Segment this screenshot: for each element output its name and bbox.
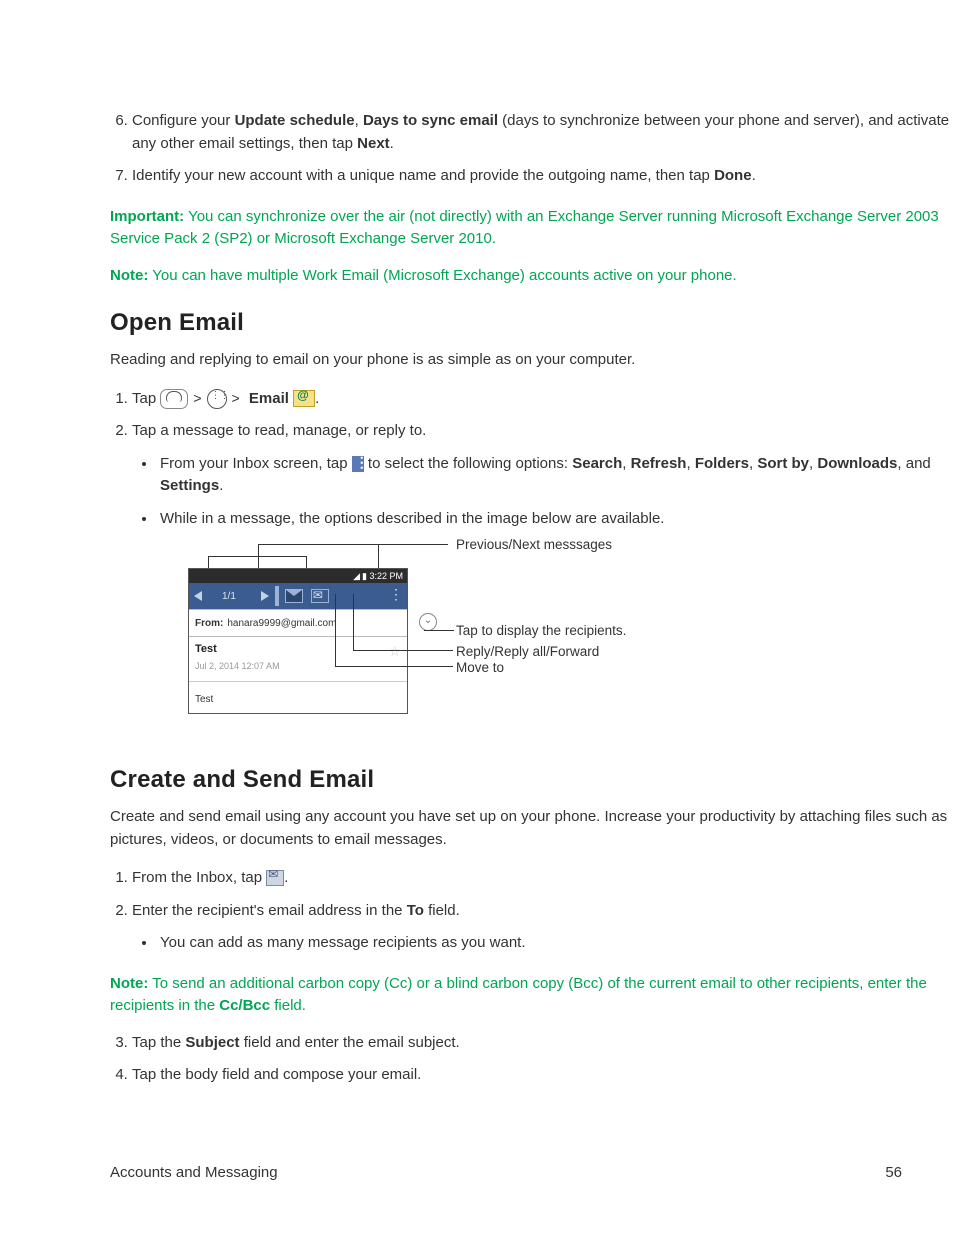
create-step-4: Tap the body field and compose your emai… [132,1064,950,1087]
open-step-1: Tap >> Email . [132,388,950,411]
step-7: Identify your new account with a unique … [132,165,950,188]
from-row: From: hanara9999@gmail.com ⌄ [189,609,407,637]
create-step-3: Tap the Subject field and enter the emai… [132,1032,950,1055]
step-6: Configure your Update schedule, Days to … [132,110,950,155]
open-bullet-2: While in a message, the options describe… [160,508,950,745]
message-body: Test [189,682,407,713]
steps-continued: Configure your Update schedule, Days to … [110,110,950,188]
prev-icon [194,591,202,601]
bold: Days to sync email [363,112,498,129]
create-step-2-bullet: You can add as many message recipients a… [160,932,950,955]
footer-section: Accounts and Messaging [110,1164,278,1181]
status-time: 3:22 PM [369,571,403,581]
important-label: Important: [110,208,184,225]
note-label: Note: [110,267,148,284]
overflow-icon [352,456,364,472]
open-steps: Tap >> Email . Tap a message to read, ma… [110,388,950,745]
create-step-2: Enter the recipient's email address in t… [132,900,950,955]
compose-icon [266,870,284,886]
create-steps: From the Inbox, tap . Enter the recipien… [110,867,950,955]
battery-icon: ▮ [362,571,367,581]
note-label: Note: [110,975,148,992]
message-diagram: Previous/Next messsages ◢▮ 3:22 PM [188,544,748,744]
apps-icon [207,389,227,409]
bold: Done [714,167,752,184]
callout-reply: Reply/Reply all/Forward [456,643,599,661]
home-icon [160,389,188,409]
expand-recipients-icon: ⌄ [419,613,437,631]
email-label: Email [249,390,289,407]
note-2: Note: To send an additional carbon copy … [110,973,950,1018]
email-app-icon [293,390,315,407]
pager-text: 1/1 [222,589,236,604]
page-footer: Accounts and Messaging 56 [110,1164,902,1181]
callout-move: Move to [456,659,504,677]
important-note: Important: You can synchronize over the … [110,206,950,251]
bold: Next [357,135,390,152]
from-value: hanara9999@gmail.com [227,616,336,631]
phone-screenshot: ◢▮ 3:22 PM 1/1 ⋮ [188,568,408,714]
callout-prevnext: Previous/Next messsages [456,536,612,554]
app-bar: 1/1 ⋮ [189,583,407,609]
signal-icon: ◢ [353,571,360,581]
moveto-icon [285,589,303,603]
create-step-1: From the Inbox, tap . [132,867,950,890]
open-step-2: Tap a message to read, manage, or reply … [132,420,950,744]
open-bullet-1: From your Inbox screen, tap to select th… [160,453,950,498]
open-lead: Reading and replying to email on your ph… [110,349,950,372]
section-create-email: Create and Send Email [110,766,950,794]
message-meta: Test Jul 2, 2014 12:07 AM ☆ [189,637,407,682]
create-steps-cont: Tap the Subject field and enter the emai… [110,1032,950,1087]
status-bar: ◢▮ 3:22 PM [189,569,407,583]
text: Configure your [132,112,235,129]
bold: Update schedule [235,112,355,129]
callout-recipients: Tap to display the recipients. [456,622,626,640]
star-icon: ☆ [388,641,401,662]
create-lead: Create and send email using any account … [110,806,950,851]
overflow-icon: ⋮ [389,587,403,601]
section-open-email: Open Email [110,309,950,337]
next-icon [261,591,269,601]
reply-icon [311,589,329,603]
from-label: From: [195,616,223,631]
page-number: 56 [885,1164,902,1181]
note-1: Note: You can have multiple Work Email (… [110,265,950,288]
